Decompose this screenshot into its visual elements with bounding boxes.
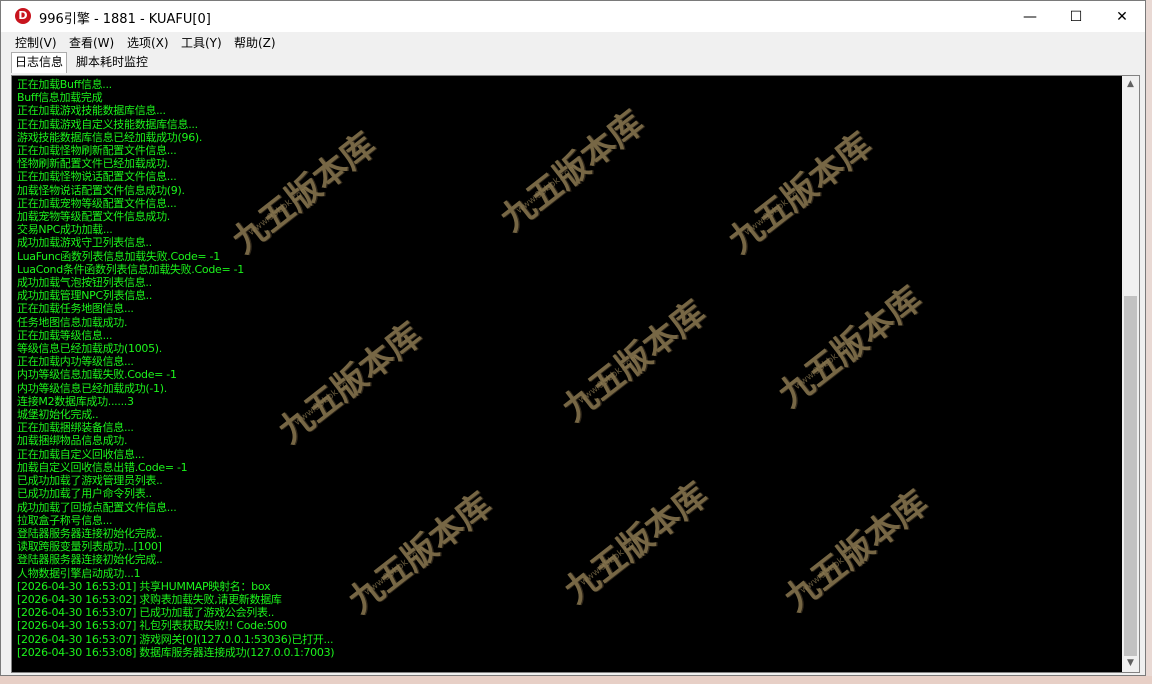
scrollbar-thumb[interactable] <box>1124 296 1137 656</box>
log-panel[interactable]: 正在加载Buff信息... Buff信息加载完成 正在加载游戏技能数据库信息... 正… <box>11 75 1140 673</box>
log-line: 登陆器服务器连接初始化完成.. <box>17 553 163 567</box>
log-line: 成功加载气泡按钮列表信息.. <box>17 276 152 290</box>
tab-script-timing[interactable]: 脚本耗时监控 <box>73 53 151 72</box>
log-line: Buff信息加载完成 <box>17 91 103 105</box>
log-line: 加载宠物等级配置文件信息成功. <box>17 210 170 224</box>
log-line: 怪物刷新配置文件已经加载成功. <box>17 157 170 171</box>
log-line: [2026-04-30 16:53:07] 礼包列表获取失败!! Code:50… <box>17 619 287 633</box>
maximize-button[interactable]: ☐ <box>1053 1 1099 32</box>
log-line: [2026-04-30 16:53:08] 数据库服务器连接成功(127.0.0… <box>17 645 335 659</box>
window-title: 996引擎 - 1881 - KUAFU[0] <box>39 12 211 27</box>
log-line: 人物数据引擎启动成功...1 <box>17 566 141 580</box>
log-line: 正在加载任务地图信息... <box>17 302 134 316</box>
close-button[interactable]: ✕ <box>1099 1 1145 32</box>
log-line: 正在加载内功等级信息... <box>17 355 134 369</box>
minimize-button[interactable]: — <box>1007 1 1053 32</box>
log-list: 正在加载Buff信息... Buff信息加载完成 正在加载游戏技能数据库信息... 正… <box>17 78 1119 672</box>
log-line: 正在加载游戏技能数据库信息... <box>17 104 166 118</box>
tab-strip: 日志信息 脚本耗时监控 <box>1 52 1145 74</box>
vertical-scrollbar[interactable]: ▲ ▼ <box>1122 76 1139 672</box>
title-bar[interactable]: D 996引擎 - 1881 - KUAFU[0] — ☐ ✕ <box>1 1 1145 32</box>
log-line: 正在加载游戏自定义技能数据库信息... <box>17 117 198 131</box>
log-line: 加载捆绑物品信息成功. <box>17 434 128 448</box>
log-line: 拉取盒子称号信息... <box>17 513 113 527</box>
log-line: [2026-04-30 16:53:07] 已成功加载了游戏公会列表.. <box>17 606 275 620</box>
log-line: 加载自定义回收信息出错.Code= -1 <box>17 460 188 474</box>
log-line: 正在加载等级信息... <box>17 328 113 342</box>
log-line: 成功加载了回城点配置文件信息... <box>17 500 177 514</box>
log-line: 读取跨服变量列表成功...[100] <box>17 540 162 554</box>
log-line: [2026-04-30 16:53:02] 求购表加载失败,请更新数据库 <box>17 592 282 606</box>
log-line: 正在加载捆绑装备信息... <box>17 421 134 435</box>
desktop-background <box>0 676 1152 684</box>
log-line: 游戏技能数据库信息已经加载成功(96). <box>17 130 203 144</box>
scroll-up-icon[interactable]: ▲ <box>1122 76 1139 93</box>
log-line: 正在加载怪物说话配置文件信息... <box>17 170 177 184</box>
log-line: [2026-04-30 16:53:01] 共享HUMMAP映射名：box <box>17 579 271 593</box>
log-line: 正在加载宠物等级配置文件信息... <box>17 196 177 210</box>
log-line: 登陆器服务器连接初始化完成.. <box>17 526 163 540</box>
log-line: [2026-04-30 16:53:07] 游戏网关[0](127.0.0.1:… <box>17 632 334 646</box>
log-line: 连接M2数据库成功......3 <box>17 394 134 408</box>
log-line: 正在加载怪物刷新配置文件信息... <box>17 144 177 158</box>
log-line: 正在加载Buff信息... <box>17 78 112 91</box>
log-line: 加载怪物说话配置文件信息成功(9). <box>17 183 185 197</box>
log-line: LuaFunc函数列表信息加载失败.Code= -1 <box>17 249 220 263</box>
log-line: 正在加载自定义回收信息... <box>17 447 145 461</box>
log-line: 交易NPC成功加载... <box>17 223 113 237</box>
log-line: 成功加载游戏守卫列表信息.. <box>17 236 152 250</box>
menu-tools[interactable]: 工具(Y) <box>181 34 222 51</box>
menu-help[interactable]: 帮助(Z) <box>234 34 276 51</box>
menu-view[interactable]: 查看(W) <box>69 34 114 51</box>
log-line: 已成功加载了游戏管理员列表.. <box>17 474 163 488</box>
log-line: 任务地图信息加载成功. <box>17 315 128 329</box>
app-logo-icon: D <box>15 8 31 24</box>
log-line: 等级信息已经加载成功(1005). <box>17 342 162 356</box>
menu-bar: 控制(V) 查看(W) 选项(X) 工具(Y) 帮助(Z) <box>1 32 1145 52</box>
app-window: D 996引擎 - 1881 - KUAFU[0] — ☐ ✕ 控制(V) 查看… <box>0 0 1146 676</box>
scroll-down-icon[interactable]: ▼ <box>1122 655 1139 672</box>
log-line: LuaCond条件函数列表信息加载失败.Code= -1 <box>17 262 244 276</box>
log-line: 已成功加载了用户命令列表.. <box>17 487 152 501</box>
log-line: 城堡初始化完成.. <box>17 408 99 422</box>
log-line: 内功等级信息已经加载成功(-1). <box>17 381 167 395</box>
log-line: 成功加载管理NPC列表信息.. <box>17 289 153 303</box>
menu-options[interactable]: 选项(X) <box>127 34 169 51</box>
log-line: 内功等级信息加载失败.Code= -1 <box>17 368 177 382</box>
menu-control[interactable]: 控制(V) <box>15 34 57 51</box>
tab-log-info[interactable]: 日志信息 <box>11 52 68 73</box>
